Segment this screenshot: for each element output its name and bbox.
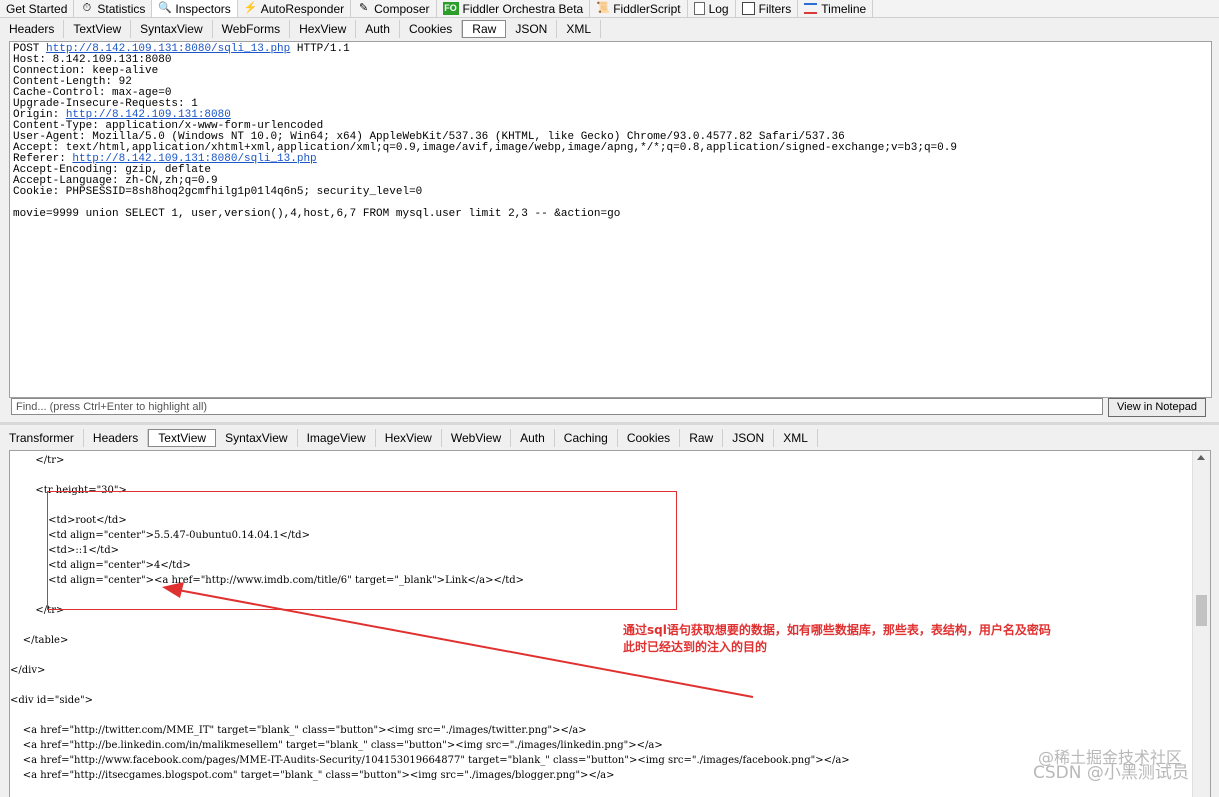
resp-tab-xml[interactable]: XML — [774, 428, 818, 447]
request-raw-pane[interactable]: POST http://8.142.109.131:8080/sqli_13.p… — [9, 41, 1212, 398]
req-tab-textview[interactable]: TextView — [64, 19, 132, 38]
vertical-scrollbar[interactable] — [1192, 451, 1210, 797]
highlight-box — [47, 491, 677, 610]
tab-log[interactable]: Log — [688, 0, 736, 17]
resp-tab-headers[interactable]: Headers — [84, 428, 149, 447]
tab-statistics[interactable]: ⏱ Statistics — [74, 0, 153, 17]
resp-tab-raw[interactable]: Raw — [680, 428, 724, 447]
request-text: POST http://8.142.109.131:8080/sqli_13.p… — [13, 43, 957, 220]
resp-tab-caching[interactable]: Caching — [555, 428, 618, 447]
req-tab-hexview[interactable]: HexView — [290, 19, 357, 38]
req-tab-headers[interactable]: Headers — [0, 19, 65, 38]
req-tab-cookies[interactable]: Cookies — [400, 19, 463, 38]
tab-inspectors[interactable]: 🔍 Inspectors — [152, 0, 238, 17]
code-line: </tr> — [10, 455, 65, 466]
code-line: <a href="http://twitter.com/MME_IT" targ… — [10, 725, 587, 736]
request-tab-bar: Headers TextView SyntaxView WebForms Hex… — [0, 18, 1219, 39]
annotation-line-1: 通过sql语句获取想要的数据，如有哪些数据库，那些表，表结构，用户名及密码 — [623, 623, 1051, 637]
req-tab-webforms[interactable]: WebForms — [213, 19, 291, 38]
req-tab-raw[interactable]: Raw — [462, 19, 507, 38]
req-tab-json[interactable]: JSON — [506, 19, 558, 38]
view-in-notepad-button[interactable]: View in Notepad — [1108, 398, 1206, 417]
tab-fiddlerscript[interactable]: 📜 FiddlerScript — [590, 0, 688, 17]
tab-filters[interactable]: Filters — [736, 0, 799, 17]
request-body: movie=9999 union SELECT 1, user,version(… — [13, 208, 621, 220]
find-row: Find... (press Ctrl+Enter to highlight a… — [11, 398, 1208, 418]
code-line: <a href="http://www.facebook.com/pages/M… — [10, 755, 850, 766]
magnifier-icon: 🔍 — [158, 2, 173, 14]
code-line: </div> — [10, 665, 46, 676]
resp-tab-imageview[interactable]: ImageView — [298, 428, 376, 447]
req-tab-auth[interactable]: Auth — [356, 19, 400, 38]
code-line: <a href="http://itsecgames.blogspot.com"… — [10, 770, 615, 781]
watermark-line-2: @稀土掘金技术社区 — [1038, 748, 1183, 767]
tab-timeline[interactable]: Timeline — [798, 0, 874, 17]
pencil-icon: ✎ — [359, 2, 369, 14]
log-icon — [693, 2, 705, 15]
tab-autoresponder[interactable]: ⚡ AutoResponder — [238, 0, 352, 17]
resp-tab-auth[interactable]: Auth — [511, 428, 555, 447]
pane-splitter[interactable] — [0, 422, 1219, 425]
annotation-text: 通过sql语句获取想要的数据，如有哪些数据库，那些表，表结构，用户名及密码 此时… — [623, 622, 1051, 656]
tab-get-started[interactable]: Get Started — [0, 0, 75, 17]
timeline-icon — [804, 3, 818, 14]
fo-icon: FO — [442, 2, 459, 15]
resp-tab-webview[interactable]: WebView — [442, 428, 512, 447]
tab-composer[interactable]: ✎ Composer — [351, 0, 437, 17]
code-line: </table> — [10, 635, 69, 646]
find-input[interactable]: Find... (press Ctrl+Enter to highlight a… — [11, 398, 1103, 415]
req-tab-syntaxview[interactable]: SyntaxView — [131, 19, 213, 38]
resp-tab-cookies[interactable]: Cookies — [618, 428, 681, 447]
tab-fiddler-orchestra[interactable]: FO Fiddler Orchestra Beta — [437, 0, 591, 17]
code-line: <a href="http://be.linkedin.com/in/malik… — [10, 740, 663, 751]
stopwatch-icon: ⏱ — [82, 2, 92, 14]
req-tab-xml[interactable]: XML — [557, 19, 602, 38]
resp-tab-textview[interactable]: TextView — [148, 428, 217, 447]
window-edge — [1214, 425, 1219, 796]
lightning-icon: ⚡ — [243, 2, 258, 14]
watermark: @稀土掘金技术社区 CSDN @小黑测试员 — [1033, 748, 1189, 783]
script-icon: 📜 — [596, 2, 610, 14]
resp-tab-transformer[interactable]: Transformer — [0, 428, 84, 447]
top-tab-bar: Get Started ⏱ Statistics 🔍 Inspectors ⚡ Aut… — [0, 0, 1219, 18]
resp-tab-json[interactable]: JSON — [723, 428, 775, 447]
response-tab-bar: Transformer Headers TextView SyntaxView … — [0, 427, 1219, 448]
scroll-up-arrow-icon[interactable] — [1197, 455, 1205, 460]
resp-tab-syntaxview[interactable]: SyntaxView — [216, 428, 298, 447]
resp-tab-hexview[interactable]: HexView — [376, 428, 442, 447]
code-line: <div id="side"> — [10, 695, 94, 706]
scrollbar-thumb[interactable] — [1196, 595, 1207, 626]
annotation-line-2: 此时已经达到的注入的目的 — [623, 640, 768, 654]
checkbox-icon — [741, 2, 755, 15]
